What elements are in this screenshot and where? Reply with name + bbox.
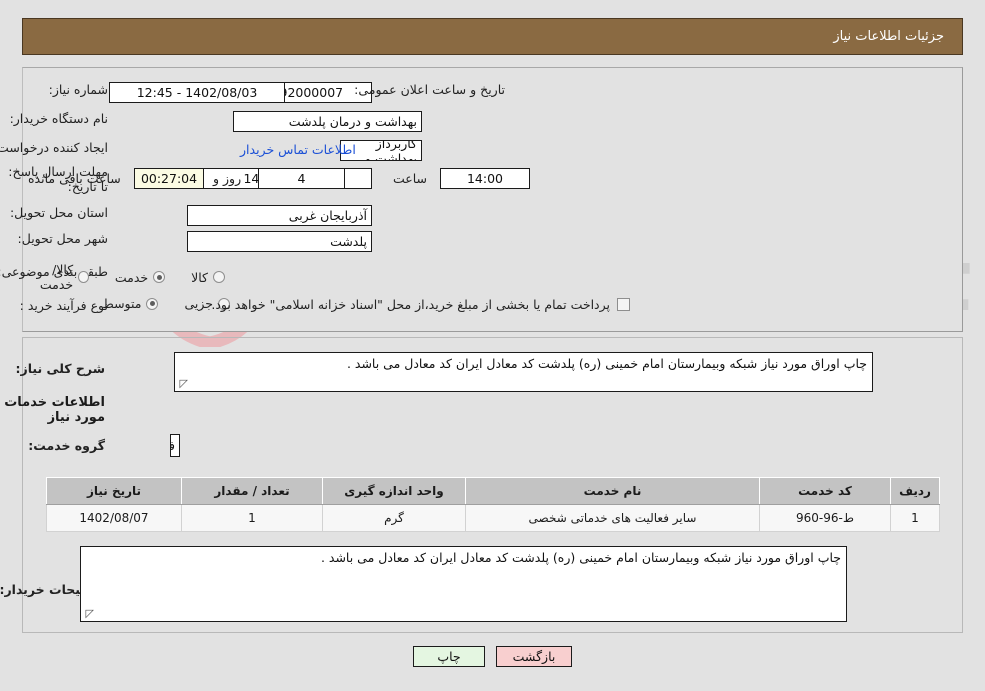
need-number-row: شماره نیاز: — [49, 82, 108, 97]
page-header: جزئیات اطلاعات نیاز — [22, 18, 963, 55]
purchase-option-label-0: جزیی — [184, 296, 213, 311]
category-option-label-2: کالا/خدمت — [39, 262, 74, 292]
category-option-kala-khedmat[interactable]: کالا/خدمت — [26, 262, 89, 292]
radio-kala-icon[interactable] — [213, 271, 225, 283]
radio-khedmat-icon[interactable] — [153, 271, 166, 283]
service-group-label: گروه خدمت: — [28, 438, 105, 453]
back-button[interactable]: بازگشت — [496, 646, 572, 667]
service-group-field: سایر فعالیت‌های خدماتی — [170, 434, 180, 457]
delivery-province-label: استان محل تحویل: — [9, 205, 108, 220]
category-option-khedmat[interactable]: خدمت — [114, 269, 166, 285]
treasury-bond-checkbox-row[interactable]: پرداخت تمام یا بخشی از مبلغ خرید،از محل … — [211, 297, 630, 312]
radio-kala-khedmat-icon[interactable] — [78, 271, 89, 283]
delivery-province-row: استان محل تحویل: — [10, 205, 108, 220]
delivery-province-field: آذربایجان غربی — [187, 205, 372, 226]
treasury-bond-checkbox-label: پرداخت تمام یا بخشی از مبلغ خرید،از محل … — [211, 297, 610, 312]
announce-datetime-row: تاریخ و ساعت اعلان عمومی: — [354, 82, 505, 97]
deadline-time-label: ساعت — [392, 171, 427, 186]
buyer-contact-link[interactable]: اطلاعات تماس خریدار — [240, 142, 356, 157]
page-title: جزئیات اطلاعات نیاز — [833, 29, 944, 44]
announce-datetime-label: تاریخ و ساعت اعلان عمومی: — [354, 82, 505, 97]
delivery-city-row: شهر محل تحویل: — [18, 231, 108, 246]
purchase-option-motevaset[interactable]: متوسط — [102, 296, 159, 311]
buyer-notes-textarea[interactable]: چاپ اوراق مورد نیاز شبکه وبیمارستان امام… — [80, 546, 847, 622]
category-option-kala[interactable]: کالا — [191, 270, 225, 285]
print-button[interactable]: چاپ — [413, 646, 485, 667]
purchase-process-radio-group: جزیی متوسط — [76, 296, 230, 311]
deadline-countdown-label: ساعت باقی مانده — [28, 171, 121, 186]
deadline-countdown-field: 00:27:04 — [134, 168, 204, 189]
resize-grip-icon[interactable]: ◸ — [178, 378, 188, 389]
general-desc-text: چاپ اوراق مورد نیاز شبکه وبیمارستان امام… — [346, 356, 867, 371]
request-creator-label: ایجاد کننده درخواست: — [0, 140, 108, 155]
need-info-panel — [22, 67, 963, 332]
delivery-city-label: شهر محل تحویل: — [17, 231, 108, 246]
category-option-label-1: خدمت — [114, 269, 149, 285]
general-desc-label: شرح کلی نیاز: — [15, 361, 105, 376]
category-option-label-0: کالا — [191, 269, 208, 285]
resize-grip-icon-2[interactable]: ◸ — [84, 608, 94, 619]
deadline-days-label: روز و — [213, 171, 242, 186]
footer-button-bar: بازگشت چاپ — [0, 646, 985, 667]
radio-motevaset-icon[interactable] — [146, 297, 159, 310]
buyer-org-row: نام دستگاه خریدار: — [10, 111, 108, 126]
need-number-label: شماره نیاز: — [48, 82, 108, 97]
announce-datetime-field: 1402/08/03 - 12:45 — [109, 82, 285, 103]
deadline-time-field: 14:00 — [440, 168, 530, 189]
buyer-org-field: بهداشت و درمان پلدشت — [233, 111, 422, 132]
request-creator-row: ایجاد کننده درخواست: — [0, 140, 108, 155]
general-desc-textarea[interactable]: چاپ اوراق مورد نیاز شبکه وبیمارستان امام… — [174, 352, 873, 392]
buyer-notes-text: چاپ اوراق مورد نیاز شبکه وبیمارستان امام… — [320, 550, 841, 565]
delivery-city-field: پلدشت — [187, 231, 372, 252]
buyer-org-label: نام دستگاه خریدار: — [9, 111, 108, 126]
purchase-option-label-1: متوسط — [102, 296, 142, 311]
services-section-title: اطلاعات خدمات مورد نیاز — [4, 395, 105, 425]
category-radio-group: کالا خدمت کالا/خدمت — [0, 262, 225, 292]
deadline-days-field: 4 — [258, 168, 345, 189]
treasury-bond-checkbox-icon[interactable] — [617, 298, 630, 311]
